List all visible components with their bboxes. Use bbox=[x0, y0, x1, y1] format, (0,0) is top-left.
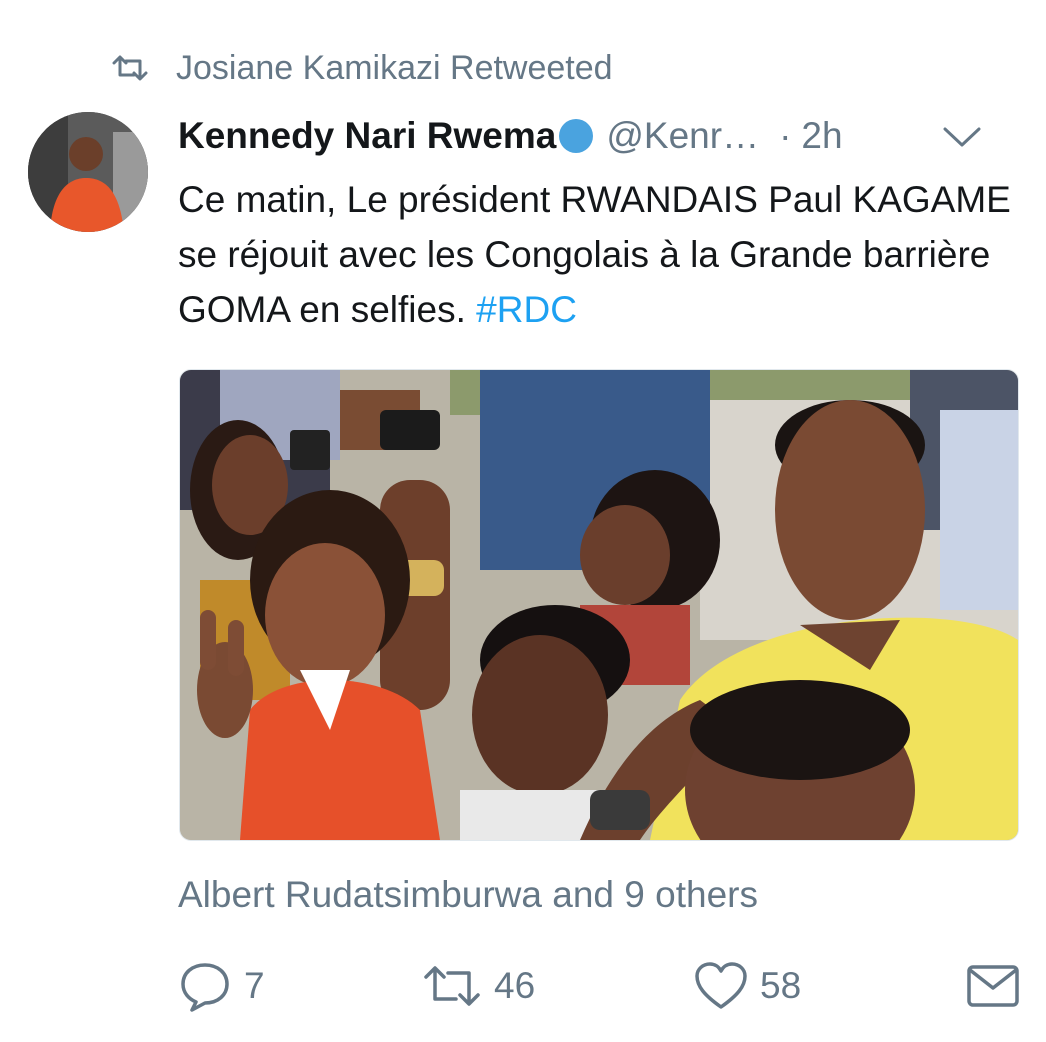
avatar-image bbox=[28, 112, 148, 232]
separator-dot: · bbox=[779, 115, 792, 156]
retweet-notice[interactable]: Josiane Kamikazi Retweeted bbox=[110, 46, 613, 90]
hashtag-link[interactable]: #RDC bbox=[476, 289, 577, 330]
chevron-down-icon[interactable] bbox=[942, 124, 982, 150]
tweet-text: Ce matin, Le président RWANDAIS Paul KAG… bbox=[178, 172, 1018, 337]
retweet-button[interactable]: 46 bbox=[422, 956, 535, 1016]
likers-summary[interactable]: Albert Rudatsimburwa and 9 others bbox=[178, 874, 758, 916]
tweet-text-body: Ce matin, Le président RWANDAIS Paul KAG… bbox=[178, 179, 1011, 330]
reply-icon bbox=[181, 963, 229, 1012]
tweet-card[interactable]: Josiane Kamikazi Retweeted Kennedy Nari … bbox=[0, 0, 1046, 1042]
avatar[interactable] bbox=[28, 112, 148, 232]
reply-count: 7 bbox=[244, 965, 265, 1006]
tweet-actions: 7 46 58 bbox=[178, 956, 1019, 1016]
reply-button[interactable]: 7 bbox=[178, 956, 265, 1016]
envelope-icon bbox=[967, 965, 1019, 1007]
verified-badge-icon bbox=[559, 119, 594, 153]
direct-message-button[interactable] bbox=[966, 956, 1020, 1016]
like-button[interactable]: 58 bbox=[694, 956, 801, 1016]
heart-icon bbox=[695, 962, 747, 1009]
tweet-timestamp[interactable]: 2h bbox=[801, 115, 842, 157]
user-handle[interactable]: @Kenr… bbox=[606, 115, 759, 157]
selfie-photo bbox=[180, 370, 1018, 840]
retweet-count: 46 bbox=[494, 965, 536, 1006]
retweet-notice-text: Josiane Kamikazi Retweeted bbox=[176, 48, 613, 87]
retweet-icon bbox=[112, 55, 148, 81]
like-count: 58 bbox=[760, 965, 802, 1006]
retweet-icon bbox=[424, 966, 480, 1006]
display-name[interactable]: Kennedy Nari Rwema bbox=[178, 115, 556, 157]
tweet-photo[interactable] bbox=[179, 369, 1019, 841]
tweet-header: Kennedy Nari Rwema @Kenr… · 2h bbox=[178, 108, 1016, 164]
